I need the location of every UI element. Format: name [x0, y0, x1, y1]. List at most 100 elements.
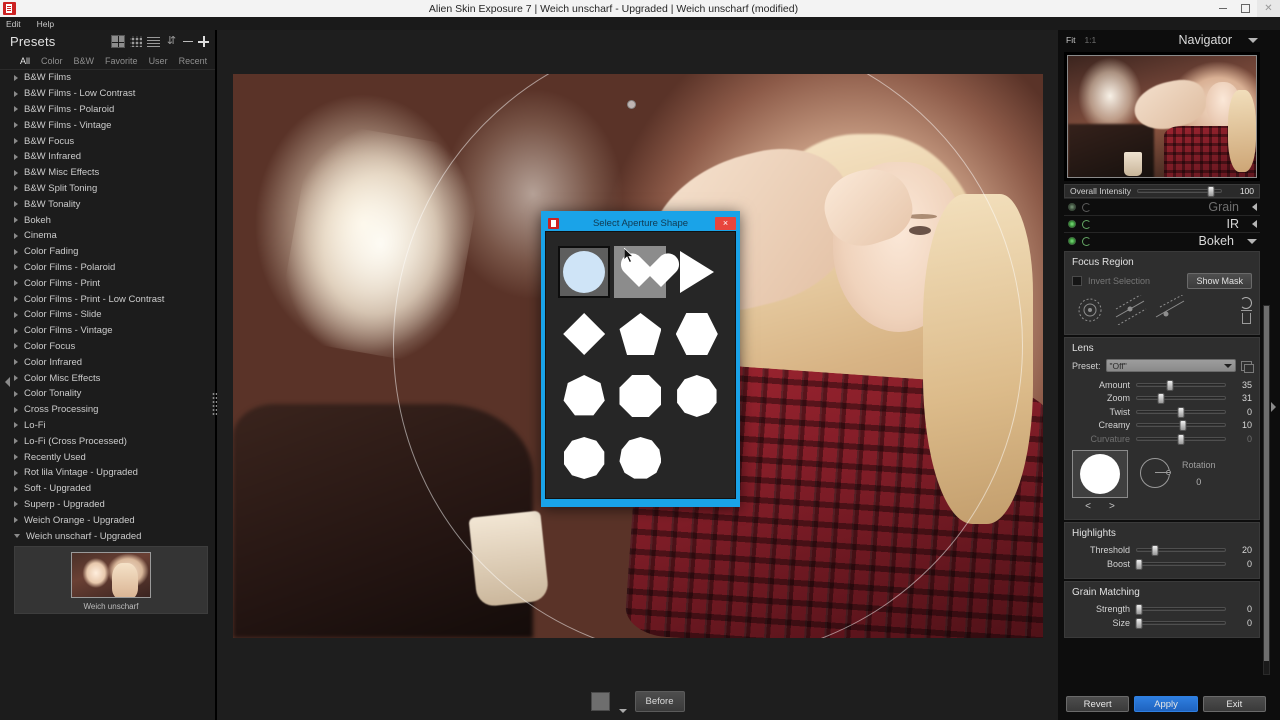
aperture-shape-button[interactable]: [1072, 449, 1128, 498]
apply-button[interactable]: Apply: [1134, 696, 1198, 712]
preset-category-row[interactable]: Color Infrared: [0, 354, 216, 370]
scrollbar-thumb[interactable]: [1264, 306, 1269, 661]
radial-focus-icon[interactable]: [1072, 295, 1108, 325]
navigator-fit-button[interactable]: Fit: [1066, 35, 1075, 45]
effect-section-ir[interactable]: IR: [1064, 215, 1260, 232]
preset-category-row[interactable]: Lo-Fi (Cross Processed): [0, 433, 216, 449]
trash-icon[interactable]: [1240, 309, 1252, 324]
aperture-shape-triangle[interactable]: [671, 246, 723, 298]
filter-user[interactable]: User: [149, 56, 168, 66]
preset-category-row[interactable]: Lo-Fi: [0, 418, 216, 434]
aperture-next-button[interactable]: >: [1109, 501, 1115, 512]
gradient-focus-icon[interactable]: [1152, 292, 1188, 325]
reset-icon[interactable]: [1240, 296, 1252, 309]
maximize-button[interactable]: [1234, 0, 1257, 17]
aperture-shape-heptagon[interactable]: [558, 370, 610, 422]
lens-zoom-slider[interactable]: [1136, 393, 1226, 405]
preset-category-row[interactable]: B&W Tonality: [0, 196, 216, 212]
preset-category-row[interactable]: Superp - Upgraded: [0, 497, 216, 513]
filter-favorite[interactable]: Favorite: [105, 56, 138, 66]
lens-creamy-slider[interactable]: [1136, 420, 1226, 432]
preset-category-row[interactable]: Color Films - Print - Low Contrast: [0, 291, 216, 307]
effect-section-grain[interactable]: Grain: [1064, 198, 1260, 215]
filter-bw[interactable]: B&W: [74, 56, 95, 66]
preset-category-row[interactable]: Soft - Upgraded: [0, 481, 216, 497]
highlights-boost-slider[interactable]: [1135, 558, 1226, 570]
preset-category-row[interactable]: Cinema: [0, 228, 216, 244]
show-mask-button[interactable]: Show Mask: [1187, 273, 1252, 289]
chevron-down-icon[interactable]: [1247, 238, 1257, 244]
refresh-icon[interactable]: [1082, 202, 1091, 212]
color-swatch-button[interactable]: [590, 691, 610, 711]
preset-category-row[interactable]: B&W Films - Vintage: [0, 117, 216, 133]
slider-thumb[interactable]: [1135, 617, 1143, 629]
lens-amount-slider[interactable]: [1136, 379, 1226, 391]
list-icon[interactable]: [147, 36, 160, 47]
navigator-one-to-one-button[interactable]: 1:1: [1084, 35, 1096, 45]
preset-category-row[interactable]: Color Tonality: [0, 386, 216, 402]
aperture-shape-pentagon[interactable]: [614, 308, 666, 360]
slider-thumb[interactable]: [1135, 558, 1143, 570]
effect-section-bokeh[interactable]: Bokeh: [1064, 232, 1260, 249]
filter-all[interactable]: All: [20, 56, 30, 66]
preset-category-row[interactable]: Recently Used: [0, 449, 216, 465]
grid-large-icon[interactable]: [111, 34, 125, 48]
slider-thumb[interactable]: [1207, 186, 1215, 197]
grid-small-icon[interactable]: [130, 35, 142, 47]
aperture-shape-hexagon[interactable]: [671, 308, 723, 360]
menu-edit[interactable]: Edit: [6, 19, 21, 29]
preset-category-row[interactable]: Color Films - Vintage: [0, 323, 216, 339]
grain-strength-slider[interactable]: [1135, 604, 1226, 616]
left-panel-collapse-button[interactable]: [2, 370, 12, 394]
enable-toggle-dot[interactable]: [1068, 203, 1076, 211]
preset-category-row[interactable]: Cross Processing: [0, 402, 216, 418]
planar-focus-icon[interactable]: [1112, 292, 1148, 326]
refresh-icon[interactable]: [1082, 236, 1091, 246]
close-button[interactable]: ✕: [1257, 0, 1280, 17]
highlights-threshold-slider[interactable]: [1136, 545, 1226, 557]
plus-icon[interactable]: [198, 36, 209, 47]
preset-category-row[interactable]: Weich Orange - Upgraded: [0, 512, 216, 528]
preset-category-row[interactable]: Color Films - Print: [0, 275, 216, 291]
before-button[interactable]: Before: [634, 690, 685, 712]
minus-icon[interactable]: [183, 36, 193, 47]
enable-toggle-dot[interactable]: [1068, 237, 1076, 245]
revert-button[interactable]: Revert: [1066, 696, 1130, 712]
menu-help[interactable]: Help: [37, 19, 54, 29]
focus-region-handle[interactable]: [627, 100, 636, 109]
slider-thumb[interactable]: [1177, 406, 1185, 418]
enable-toggle-dot[interactable]: [1068, 220, 1076, 228]
preset-category-row[interactable]: B&W Focus: [0, 133, 216, 149]
preset-category-row[interactable]: B&W Films: [0, 70, 216, 86]
preset-category-row[interactable]: B&W Split Toning: [0, 181, 216, 197]
slider-thumb[interactable]: [1157, 393, 1165, 405]
preset-category-row[interactable]: Color Films - Slide: [0, 307, 216, 323]
collapse-all-icon[interactable]: ⇵: [165, 35, 178, 47]
settings-scrollbar[interactable]: [1263, 305, 1270, 675]
preset-category-row[interactable]: Rot lila Vintage - Upgraded: [0, 465, 216, 481]
chevron-down-icon[interactable]: [618, 709, 627, 713]
slider-thumb[interactable]: [1179, 420, 1187, 432]
aperture-shape-nonagon[interactable]: [671, 370, 723, 422]
aperture-shape-heart[interactable]: [614, 246, 667, 298]
preset-category-row[interactable]: B&W Films - Low Contrast: [0, 86, 216, 102]
preset-category-row[interactable]: B&W Misc Effects: [0, 165, 216, 181]
slider-thumb[interactable]: [1166, 379, 1174, 391]
slider-thumb[interactable]: [1177, 433, 1185, 445]
preset-category-row[interactable]: Bokeh: [0, 212, 216, 228]
rotation-dial[interactable]: [1140, 457, 1171, 488]
navigator-thumbnail[interactable]: [1067, 55, 1257, 178]
preset-category-row[interactable]: B&W Films - Polaroid: [0, 102, 216, 118]
preset-category-row[interactable]: Color Films - Polaroid: [0, 260, 216, 276]
chevron-down-icon[interactable]: [1248, 37, 1258, 43]
preset-category-row-expanded[interactable]: Weich unscharf - Upgraded: [0, 528, 216, 544]
preset-thumbnail-item[interactable]: Weich unscharf: [14, 545, 208, 614]
preset-category-row[interactable]: Color Focus: [0, 339, 216, 355]
preset-category-row[interactable]: Color Misc Effects: [0, 370, 216, 386]
grain-size-slider[interactable]: [1135, 617, 1226, 629]
minimize-button[interactable]: [1211, 0, 1234, 17]
slider-thumb[interactable]: [1135, 604, 1143, 616]
refresh-icon[interactable]: [1082, 219, 1091, 229]
filter-color[interactable]: Color: [41, 56, 63, 66]
overall-intensity-slider[interactable]: [1136, 186, 1222, 197]
